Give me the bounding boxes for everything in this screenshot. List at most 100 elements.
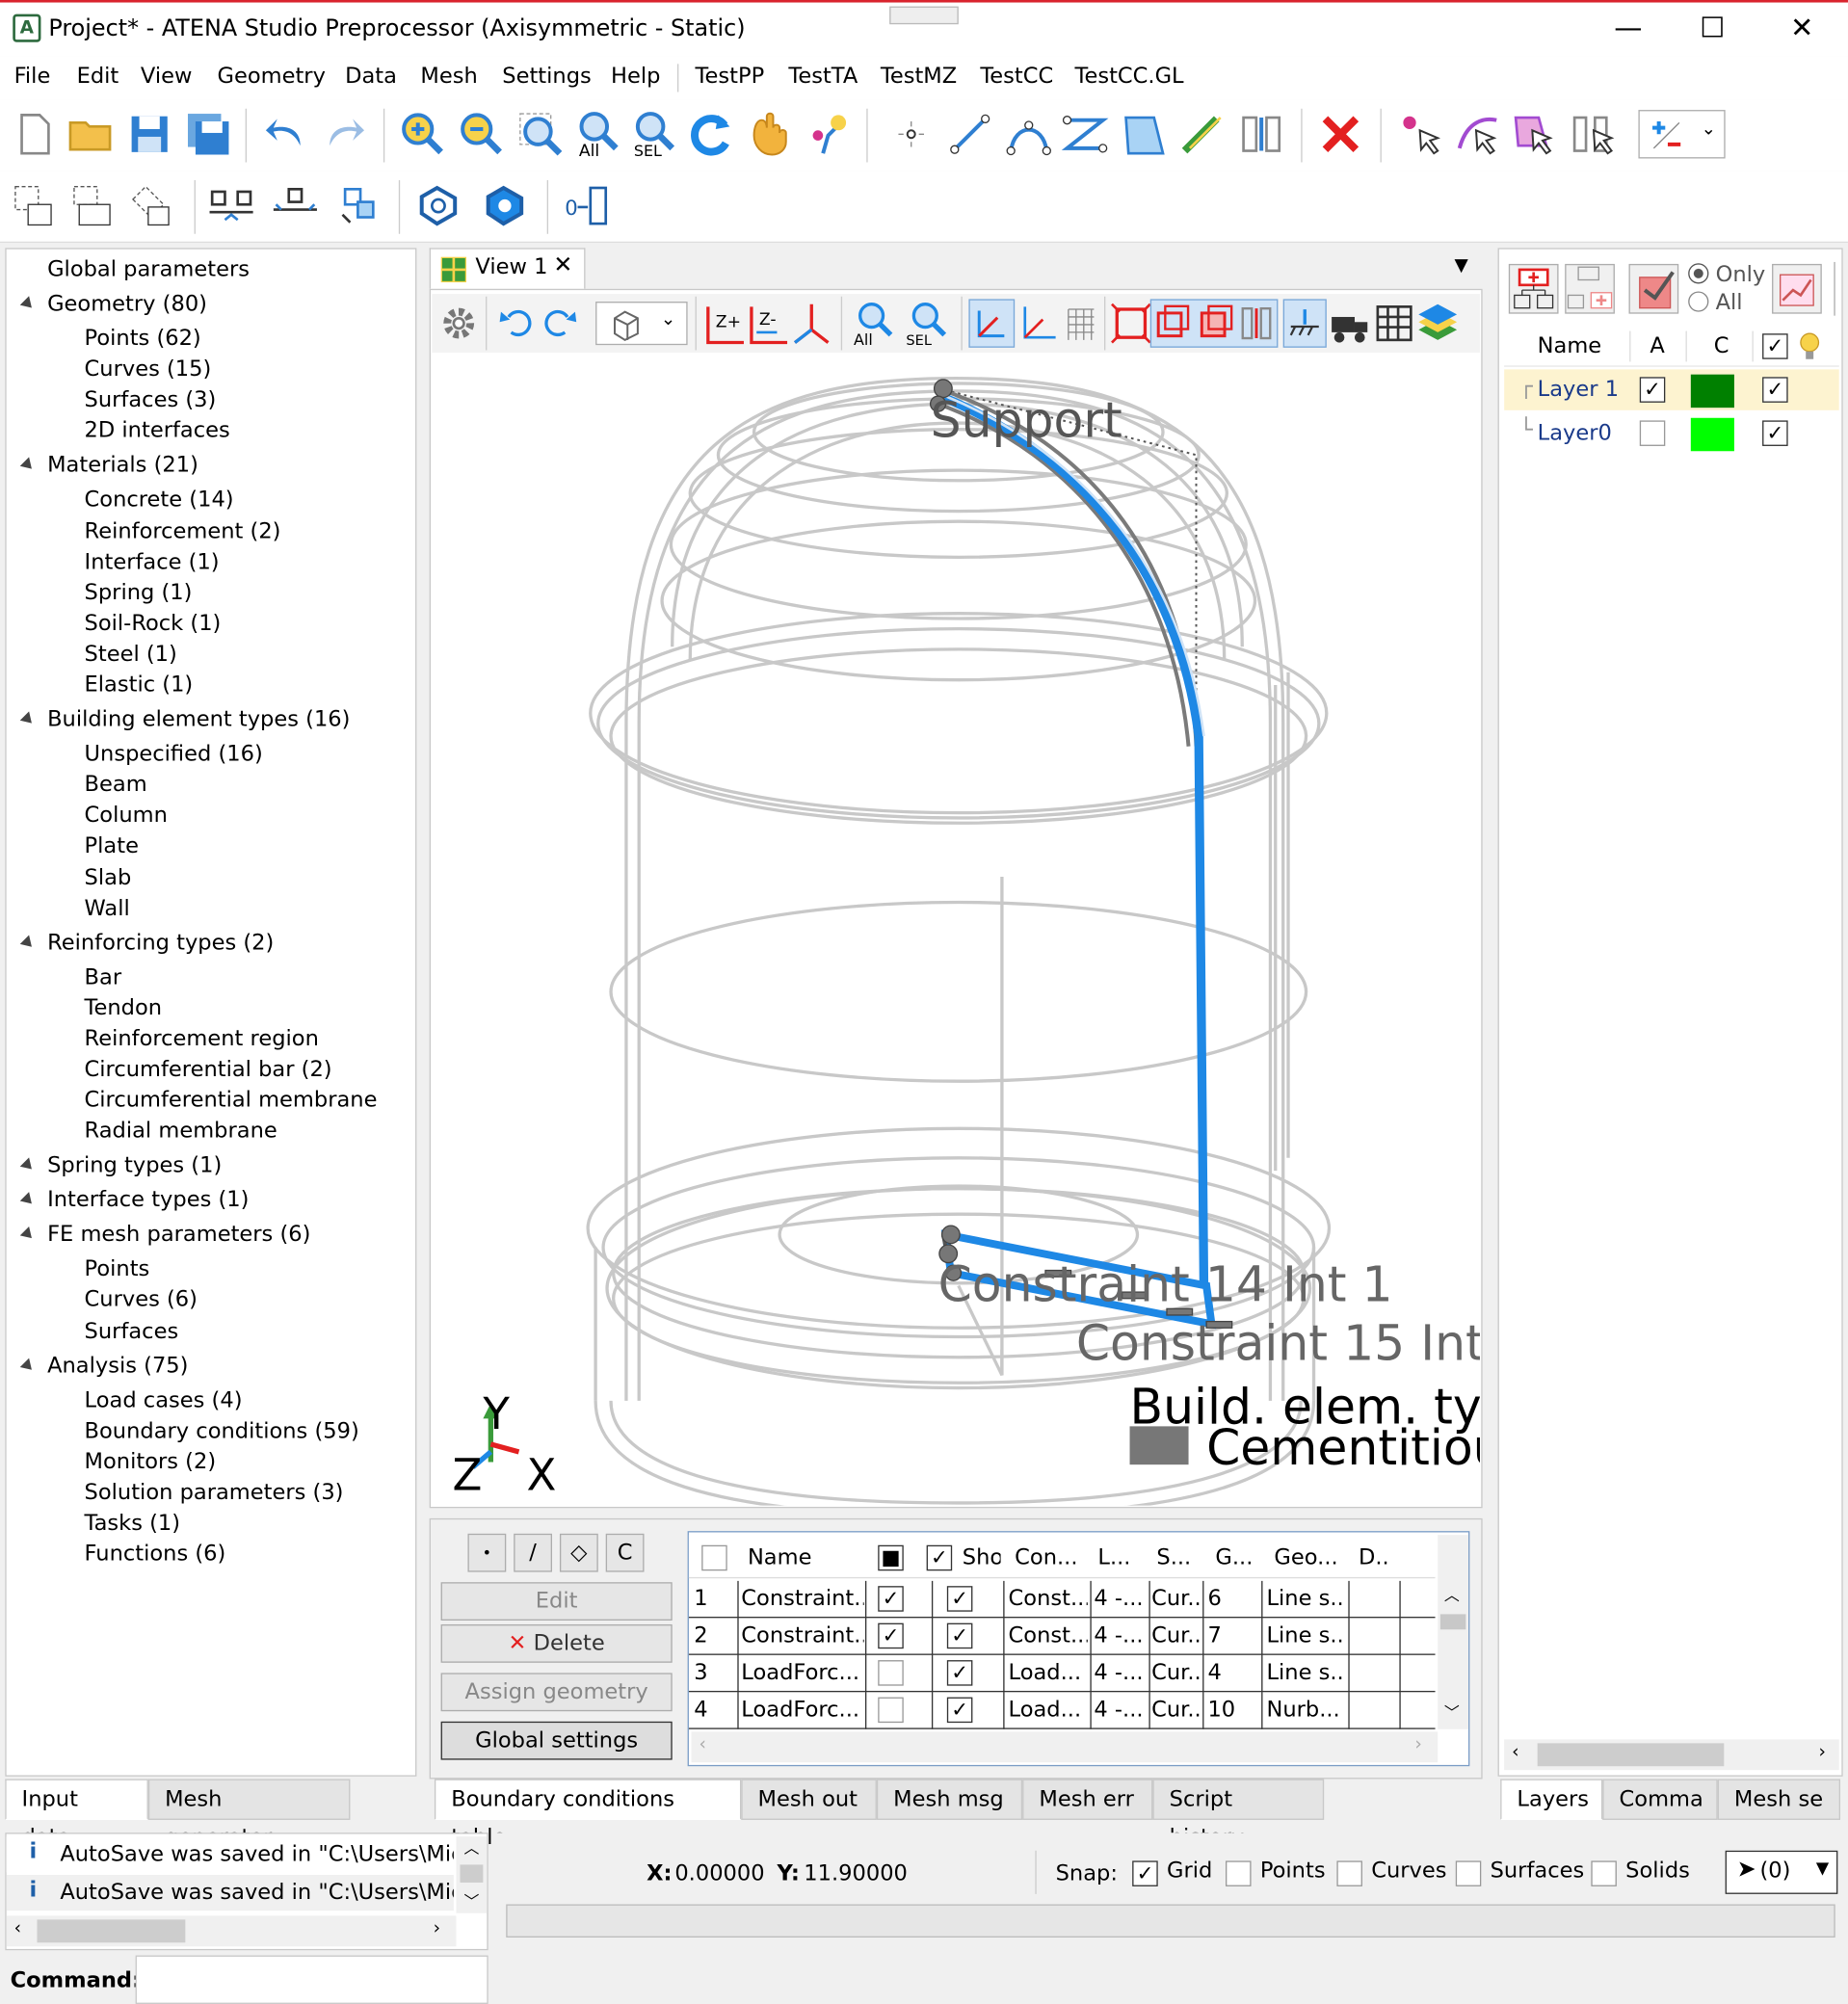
menu-data[interactable]: Data	[345, 64, 397, 90]
view-orientation-dropdown[interactable]: ⌄	[595, 302, 688, 346]
tree-item[interactable]: Interface (1)	[85, 549, 220, 575]
layer-row-0[interactable]: └ Layer0 ✓	[1504, 412, 1839, 454]
table-row[interactable]: 4 LoadForc... ✓ Load... 4 -... Cur... 10 Nurb..…	[688, 1692, 1436, 1729]
view-redo-icon[interactable]	[534, 299, 582, 347]
row-condition[interactable]: Const...	[1009, 1618, 1088, 1653]
tab-mesh-msg[interactable]: Mesh msg	[876, 1779, 1023, 1820]
row-source[interactable]: Cur...	[1151, 1655, 1202, 1691]
new-file-icon[interactable]	[11, 110, 59, 158]
generate-mesh-filled-icon[interactable]	[481, 181, 529, 229]
menu-help[interactable]: Help	[611, 64, 660, 90]
row-name[interactable]: Constraint...	[741, 1581, 863, 1617]
tab-input-data[interactable]: Input data	[5, 1779, 148, 1851]
row-source[interactable]: Cur...	[1151, 1692, 1202, 1727]
interface-filter-button[interactable]: C	[605, 1533, 645, 1572]
split-icon[interactable]	[271, 181, 319, 229]
save-icon[interactable]	[125, 110, 173, 158]
cursor-mode-dropdown[interactable]: ➤ (0) ▼	[1725, 1850, 1838, 1894]
layers-horizontal-scrollbar[interactable]: ‹ ›	[1504, 1739, 1839, 1771]
add-remove-dropdown[interactable]: ⌄	[1638, 110, 1726, 159]
view-layers-icon[interactable]	[1413, 299, 1462, 347]
layer-1-visible-checkbox[interactable]: ✓	[1762, 377, 1788, 403]
layer-properties-icon[interactable]	[1627, 262, 1681, 316]
tree-item[interactable]: Boundary conditions (59)	[85, 1418, 359, 1444]
row-show-checkbox[interactable]: ✓	[946, 1622, 973, 1649]
row-geometry[interactable]: Line s...	[1266, 1618, 1345, 1653]
snap-solids-checkbox[interactable]	[1591, 1860, 1617, 1886]
tree-expand-icon[interactable]	[19, 457, 37, 474]
view-axes-toggle[interactable]	[968, 299, 1016, 348]
row-show-checkbox[interactable]: ✓	[946, 1697, 973, 1724]
tree-category[interactable]: Interface types (1)	[47, 1188, 249, 1214]
view-loads-icon[interactable]	[1327, 299, 1375, 347]
lightbulb-icon[interactable]	[1798, 331, 1821, 362]
tab-script-history[interactable]: Script history	[1152, 1779, 1325, 1851]
col-geometry[interactable]: Geo...	[1274, 1540, 1337, 1575]
col-d[interactable]: D..	[1359, 1540, 1389, 1575]
arc-icon[interactable]	[1005, 110, 1053, 158]
zoom-window-icon[interactable]	[516, 110, 565, 158]
select-all-checkbox[interactable]	[701, 1544, 727, 1571]
menu-settings[interactable]: Settings	[502, 64, 591, 90]
maximize-button[interactable]: ☐	[1675, 8, 1752, 51]
view-supports-toggle[interactable]	[1282, 299, 1327, 348]
save-all-icon[interactable]	[184, 110, 232, 158]
layers-visible-all-checkbox[interactable]: ✓	[1762, 333, 1788, 359]
menu-testcc-gl[interactable]: TestCC.GL	[1075, 64, 1184, 90]
tree-item[interactable]: Curves (6)	[85, 1287, 198, 1313]
tree-item[interactable]: Bar	[85, 964, 122, 990]
select-box-icon[interactable]	[11, 181, 59, 229]
row-active-checkbox[interactable]: ✓	[878, 1586, 904, 1612]
row-show-checkbox[interactable]: ✓	[946, 1660, 973, 1686]
pan-hand-icon[interactable]	[744, 110, 792, 158]
tree-item[interactable]: Tendon	[85, 995, 163, 1021]
row-load-case[interactable]: 4 -...	[1094, 1692, 1148, 1727]
tree-expand-icon[interactable]	[19, 1192, 37, 1209]
tree-item[interactable]: Column	[85, 803, 168, 829]
polyline-icon[interactable]	[1061, 110, 1109, 158]
row-geometry-id[interactable]: 4	[1207, 1655, 1258, 1691]
snap-curves-checkbox[interactable]	[1336, 1860, 1362, 1886]
tree-expand-icon[interactable]	[19, 296, 37, 313]
log-entry[interactable]: i AutoSave was saved in "C:\Users\Mich..…	[6, 1836, 454, 1873]
col-condition[interactable]: Con...	[1015, 1540, 1077, 1575]
menu-testcc[interactable]: TestCC	[980, 64, 1053, 90]
undo-icon[interactable]	[262, 110, 310, 158]
surface-filter-button[interactable]: ◇	[559, 1533, 598, 1572]
scroll-right-icon[interactable]: ›	[1414, 1734, 1421, 1754]
row-geometry-id[interactable]: 10	[1207, 1692, 1258, 1727]
tree-item[interactable]: Circumferential bar (2)	[85, 1057, 332, 1083]
layer-row-1[interactable]: ┌ Layer 1 ✓ ✓	[1504, 369, 1839, 410]
layer-0-visible-checkbox[interactable]: ✓	[1762, 420, 1788, 446]
scroll-up-icon[interactable]: ︿	[463, 1836, 479, 1859]
row-condition[interactable]: Load...	[1009, 1655, 1088, 1691]
tree-item[interactable]: Monitors (2)	[85, 1449, 217, 1475]
surface-icon[interactable]	[1120, 110, 1168, 158]
row-name[interactable]: LoadForc...	[741, 1655, 863, 1691]
copy-icon[interactable]	[335, 181, 383, 229]
tree-category[interactable]: Spring types (1)	[47, 1153, 222, 1179]
log-entry[interactable]: i AutoSave was saved in "C:\Users\Mich..…	[6, 1874, 454, 1912]
open-folder-icon[interactable]	[66, 110, 115, 158]
curve-filter-button[interactable]: /	[514, 1533, 553, 1572]
tree-item[interactable]: Points	[85, 1256, 150, 1282]
interface-icon[interactable]	[1237, 110, 1285, 158]
model-canvas[interactable]: Support Constraint 14 Int 1 Constraint 1…	[432, 353, 1480, 1506]
menu-testmz[interactable]: TestMZ	[881, 64, 957, 90]
snap-points-checkbox[interactable]	[1226, 1860, 1252, 1886]
line-icon[interactable]	[946, 110, 994, 158]
view-grid-lines-icon[interactable]	[1058, 299, 1106, 347]
settings-gear-icon[interactable]	[435, 299, 483, 347]
tree-item[interactable]: Plate	[85, 833, 139, 859]
tree-expand-icon[interactable]	[19, 711, 37, 728]
view-fit-icon[interactable]	[1107, 299, 1155, 347]
row-name[interactable]: Constraint...	[741, 1618, 863, 1653]
tree-category[interactable]: Building element types (16)	[47, 707, 350, 733]
row-geometry[interactable]: Nurb...	[1266, 1692, 1345, 1727]
zoom-all-icon[interactable]: All	[575, 110, 623, 158]
menu-geometry[interactable]: Geometry	[217, 64, 325, 90]
scroll-left-icon[interactable]: ‹	[14, 1918, 21, 1938]
tree-item[interactable]: Circumferential membrane	[85, 1088, 378, 1114]
tree-item[interactable]: Concrete (14)	[85, 488, 234, 514]
col-show-checkbox[interactable]: ✓	[926, 1544, 953, 1571]
